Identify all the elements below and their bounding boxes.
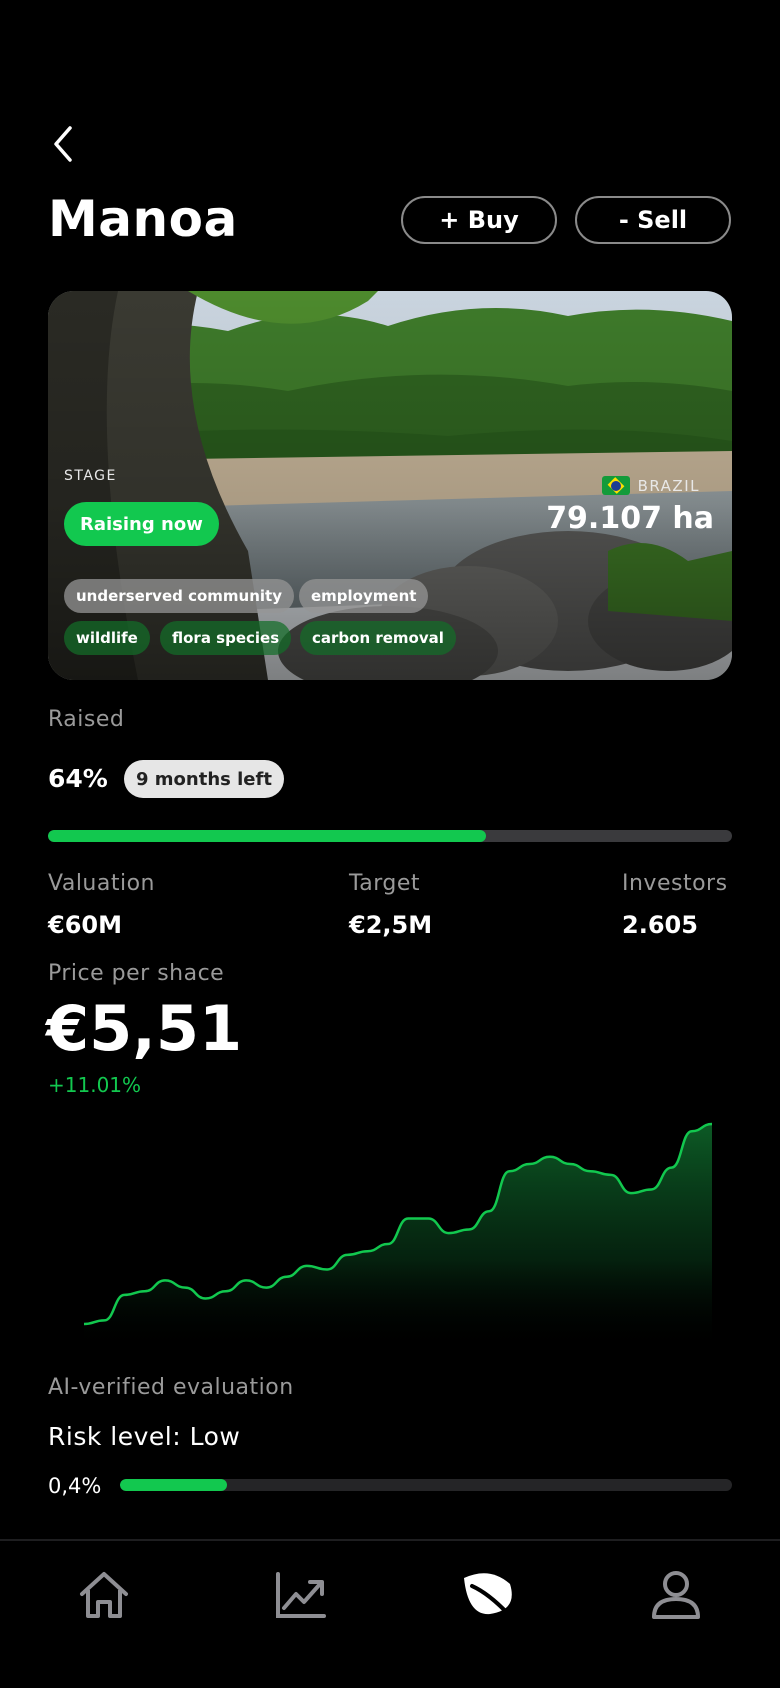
project-area: 79.107 ha — [546, 501, 714, 536]
bottom-nav — [0, 1539, 780, 1688]
ai-evaluation-label: AI-verified evaluation — [48, 1375, 294, 1400]
profile-icon — [652, 1571, 700, 1619]
home-icon — [80, 1572, 128, 1618]
nav-home[interactable] — [74, 1565, 134, 1625]
risk-level: Risk level: Low — [48, 1422, 241, 1451]
sell-button[interactable]: - Sell — [575, 196, 731, 244]
target-value: €2,5M — [349, 911, 433, 939]
valuation-value: €60M — [48, 911, 122, 939]
raised-percent: 64% — [48, 764, 108, 793]
chevron-left-icon — [54, 126, 72, 162]
country-name: BRAZIL — [637, 476, 700, 495]
back-button[interactable] — [48, 124, 82, 164]
price-change: +11.01% — [48, 1073, 142, 1097]
price-chart-area — [84, 1124, 712, 1350]
page-title: Manoa — [48, 190, 238, 248]
chart-icon — [276, 1572, 326, 1618]
tag-flora-species: flora species — [160, 621, 292, 655]
tag-employment: employment — [299, 579, 429, 613]
tag-wildlife: wildlife — [64, 621, 150, 655]
risk-bar — [120, 1479, 732, 1491]
stage-badge: Raising now — [64, 502, 219, 546]
time-left-badge: 9 months left — [124, 760, 284, 798]
project-hero-card: STAGE Raising now BRAZIL 79.107 ha under… — [48, 291, 732, 680]
price-value: €5,51 — [46, 992, 243, 1065]
stage-label: STAGE — [64, 468, 117, 484]
price-per-share-label: Price per shace — [48, 961, 225, 986]
nav-projects[interactable] — [458, 1565, 518, 1625]
price-chart — [83, 1122, 713, 1350]
leaf-icon — [464, 1573, 514, 1620]
investors-value: 2.605 — [622, 911, 698, 939]
risk-bar-fill — [120, 1479, 228, 1491]
raised-progress-fill — [48, 830, 486, 842]
tag-carbon-removal: carbon removal — [300, 621, 456, 655]
raised-progress-bar — [48, 830, 732, 842]
risk-percent: 0,4% — [48, 1474, 102, 1498]
investors-label: Investors — [622, 871, 728, 896]
valuation-label: Valuation — [48, 871, 156, 896]
brazil-flag-icon — [601, 476, 630, 495]
country-label: BRAZIL — [601, 476, 700, 495]
target-label: Target — [349, 871, 421, 896]
nav-portfolio[interactable] — [270, 1565, 330, 1625]
raised-label: Raised — [48, 707, 125, 732]
buy-button[interactable]: + Buy — [401, 196, 557, 244]
tag-underserved-community: underserved community — [64, 579, 294, 613]
nav-profile[interactable] — [646, 1565, 706, 1625]
